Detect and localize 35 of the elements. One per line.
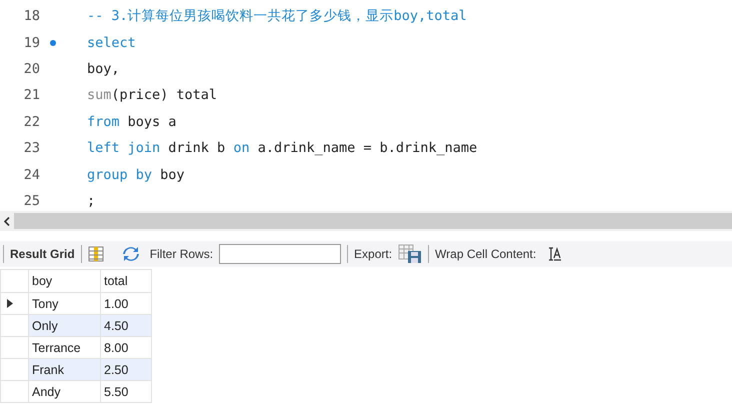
code-line: sum(price) total (87, 87, 218, 104)
line-number: 23 (22, 140, 40, 156)
code-line: from boys a (87, 114, 176, 130)
filter-rows-label: Filter Rows: (150, 247, 214, 261)
code-line: group by boy (87, 166, 185, 183)
table-cell: 5.50 (100, 380, 152, 402)
code-line: left join drink b on a.drink_name = b.drink_name (87, 140, 478, 156)
line-number: 25 (22, 192, 40, 209)
column-header[interactable]: boy (28, 270, 100, 292)
result-grid-tab[interactable]: Result Grid (10, 247, 75, 261)
table-cell: 2.50 (100, 358, 152, 380)
wrap-cell-content-label: Wrap Cell Content: (435, 247, 536, 261)
code-line: boy, (87, 60, 120, 77)
table-cell: Frank (28, 358, 100, 380)
table-cell: Only (28, 314, 100, 336)
line-number: 24 (22, 166, 40, 183)
export-icon[interactable] (398, 244, 422, 264)
line-number: 22 (22, 114, 40, 130)
wrap-text-icon[interactable] (548, 247, 562, 261)
table-cell: Andy (28, 380, 100, 402)
line-number: 18 (22, 8, 40, 24)
columns-icon[interactable] (88, 246, 104, 262)
scroll-left-icon[interactable] (4, 216, 10, 226)
code-line: select (87, 34, 136, 51)
code-line: ; (87, 192, 96, 209)
line-number: 20 (22, 60, 40, 77)
refresh-icon[interactable] (122, 246, 140, 262)
line-number: 19 (22, 34, 40, 51)
table-cell: 4.50 (100, 314, 152, 336)
horizontal-scrollbar[interactable] (0, 211, 732, 231)
column-header[interactable]: total (100, 270, 152, 292)
filter-rows-field[interactable] (219, 244, 342, 264)
export-label: Export: (354, 247, 392, 261)
code-line: -- 3.计算每位男孩喝饮料一共花了多少钱，显示boy,total (87, 7, 467, 26)
line-number: 21 (22, 87, 40, 104)
